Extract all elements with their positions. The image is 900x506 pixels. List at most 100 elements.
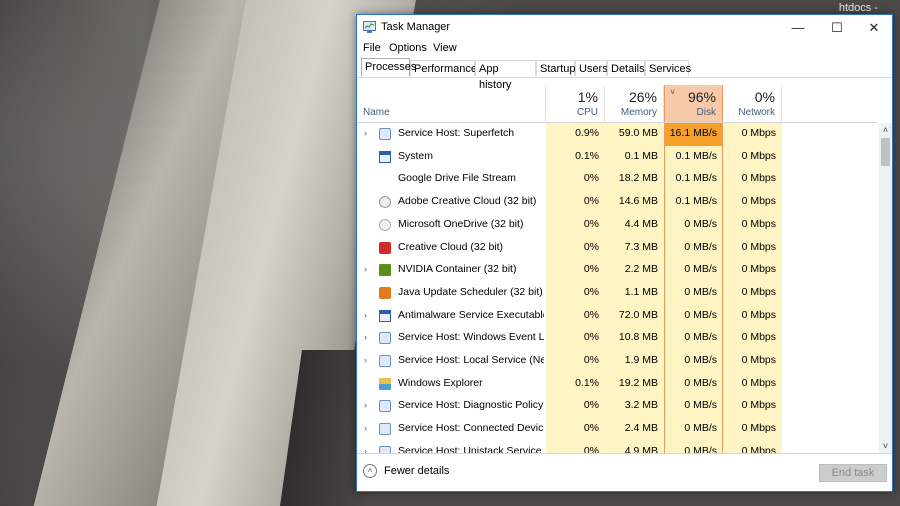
table-row[interactable]: › Service Host: Windows Event Log 0% 10.8 M… <box>357 327 782 350</box>
menu-view[interactable]: View <box>433 42 457 54</box>
table-row[interactable]: › Service Host: Diagnostic Policy ... 0% 3.… <box>357 395 782 418</box>
column-label-network: Network <box>738 107 775 118</box>
minimize-button[interactable]: — <box>779 15 817 41</box>
scroll-thumb[interactable] <box>881 138 890 166</box>
table-row[interactable]: › Antimalware Service Executable 0% 72.0 MB… <box>357 305 782 328</box>
tab-app-history[interactable]: App history <box>475 60 536 91</box>
process-name: Creative Cloud (32 bit) <box>398 240 504 253</box>
menu-file[interactable]: File <box>363 42 381 54</box>
expand-chevron-icon[interactable]: › <box>364 310 372 320</box>
process-name: Windows Explorer <box>398 376 483 389</box>
cpu-value: 0% <box>583 354 599 366</box>
disk-value: 0 MB/s <box>684 285 717 298</box>
gear-icon <box>379 128 391 140</box>
footer-divider <box>357 453 892 454</box>
column-label-name: Name <box>363 107 390 118</box>
process-name: NVIDIA Container (32 bit) <box>398 263 517 276</box>
network-value: 0 Mbps <box>741 240 776 253</box>
end-task-button[interactable]: End task <box>819 464 887 482</box>
table-row[interactable]: Java Update Scheduler (32 bit) 0% 1.1 MB 0 … <box>357 282 782 305</box>
column-header-memory[interactable]: 26% Memory <box>605 85 664 122</box>
table-row[interactable]: Microsoft OneDrive (32 bit) 0% 4.4 MB 0 MB/… <box>357 214 782 237</box>
table-row[interactable]: › Service Host: Connected Device... 0% 2.4 … <box>357 418 782 441</box>
memory-value: 19.2 MB <box>618 376 658 389</box>
chevron-up-circle-icon: ˄ <box>363 464 377 478</box>
vertical-scrollbar[interactable]: ˄ ˅ <box>879 123 892 453</box>
table-row[interactable]: › Service Host: Unistack Service G... 0% 4.… <box>357 441 782 453</box>
expand-chevron-icon[interactable]: › <box>364 423 372 433</box>
network-value: 0 Mbps <box>741 263 776 276</box>
process-name: Google Drive File Stream <box>398 172 516 185</box>
system-icon <box>379 150 391 163</box>
process-name: System <box>398 149 434 162</box>
column-header-network[interactable]: 0% Network <box>723 85 782 122</box>
disk-value: 0 MB/s <box>684 399 717 412</box>
process-name: Service Host: Connected Device... <box>398 422 544 435</box>
disk-value: 0.1 MB/s <box>675 195 717 208</box>
expand-chevron-icon[interactable]: › <box>364 264 372 274</box>
table-row[interactable]: System 0.1% 0.1 MB 0.1 MB/s 0 Mbps <box>357 146 782 169</box>
title-bar[interactable]: Task Manager — ☐ ✕ <box>357 15 892 41</box>
menu-options[interactable]: Options <box>389 42 427 54</box>
memory-value: 59.0 MB <box>618 127 658 139</box>
memory-value: 72.0 MB <box>618 308 658 321</box>
network-value: 0 Mbps <box>741 331 776 344</box>
expand-chevron-icon[interactable]: › <box>364 400 372 410</box>
task-manager-icon <box>363 21 376 33</box>
disk-value: 0 MB/s <box>684 376 717 389</box>
scroll-up-arrow-icon[interactable]: ˄ <box>879 123 892 137</box>
table-row[interactable]: › Service Host: Local Service (Net... 0% 1.… <box>357 350 782 373</box>
table-row[interactable]: Windows Explorer 0.1% 19.2 MB 0 MB/s 0 Mbps <box>357 373 782 396</box>
process-name: Antimalware Service Executable <box>398 308 544 321</box>
column-header-cpu[interactable]: 1% CPU <box>546 85 605 122</box>
tab-services[interactable]: Services <box>645 60 691 76</box>
tab-users[interactable]: Users <box>575 60 608 76</box>
tab-performance[interactable]: Performance <box>410 60 477 76</box>
table-row[interactable]: Creative Cloud (32 bit) 0% 7.3 MB 0 MB/s 0 M… <box>357 237 782 260</box>
scroll-down-arrow-icon[interactable]: ˅ <box>879 439 892 453</box>
column-header-name[interactable]: Name <box>357 85 546 122</box>
cpu-total-percent: 1% <box>577 89 598 105</box>
expand-chevron-icon[interactable]: › <box>364 332 372 342</box>
cpu-value: 0% <box>583 263 599 276</box>
disk-value: 0 MB/s <box>684 354 717 366</box>
expand-chevron-icon[interactable]: › <box>364 128 372 138</box>
network-value: 0 Mbps <box>741 422 776 435</box>
table-row[interactable]: Google Drive File Stream 0% 18.2 MB 0.1 MB/… <box>357 168 782 191</box>
disk-value: 0 MB/s <box>684 308 717 321</box>
tab-startup[interactable]: Startup <box>536 60 575 76</box>
maximize-button[interactable]: ☐ <box>818 15 856 41</box>
network-value: 0 Mbps <box>741 127 776 139</box>
expand-chevron-icon[interactable]: › <box>364 446 372 453</box>
close-button[interactable]: ✕ <box>855 15 893 41</box>
tab-details[interactable]: Details <box>607 60 645 76</box>
cpu-value: 0% <box>583 399 599 412</box>
process-name: Service Host: Unistack Service G... <box>398 444 544 453</box>
nvidia-icon <box>379 264 391 277</box>
cpu-value: 0.9% <box>575 127 599 139</box>
expand-chevron-icon[interactable]: › <box>364 355 372 365</box>
gear-icon <box>379 355 391 367</box>
disk-total-percent: 96% <box>687 89 716 105</box>
tab-processes[interactable]: Processes <box>361 58 416 77</box>
column-label-cpu: CPU <box>576 107 598 118</box>
cpu-value: 0% <box>583 172 599 185</box>
process-table: › Service Host: Superfetch 0.9% 59.0 MB 16.1… <box>357 123 879 453</box>
disk-value: 0.1 MB/s <box>675 149 717 162</box>
tab-strip: Processes Performance App history Startu… <box>361 58 889 91</box>
system-icon <box>379 309 391 322</box>
process-name: Java Update Scheduler (32 bit) <box>398 285 543 298</box>
disk-value: 16.1 MB/s <box>669 127 717 139</box>
cpu-value: 0% <box>583 285 599 298</box>
table-row[interactable]: › Service Host: Superfetch 0.9% 59.0 MB 16.1… <box>357 123 782 146</box>
process-name: Adobe Creative Cloud (32 bit) <box>398 195 537 208</box>
table-row[interactable]: Adobe Creative Cloud (32 bit) 0% 14.6 MB 0.… <box>357 191 782 214</box>
creative-cloud-icon <box>379 196 391 209</box>
memory-value: 4.9 MB <box>624 444 658 453</box>
memory-value: 10.8 MB <box>618 331 658 344</box>
cpu-value: 0% <box>583 308 599 321</box>
process-name: Service Host: Superfetch <box>398 127 515 139</box>
table-row[interactable]: › NVIDIA Container (32 bit) 0% 2.2 MB 0 MB/s… <box>357 259 782 282</box>
column-label-memory: Memory <box>620 107 657 118</box>
column-header-disk[interactable]: ˅ 96% Disk <box>664 85 723 122</box>
